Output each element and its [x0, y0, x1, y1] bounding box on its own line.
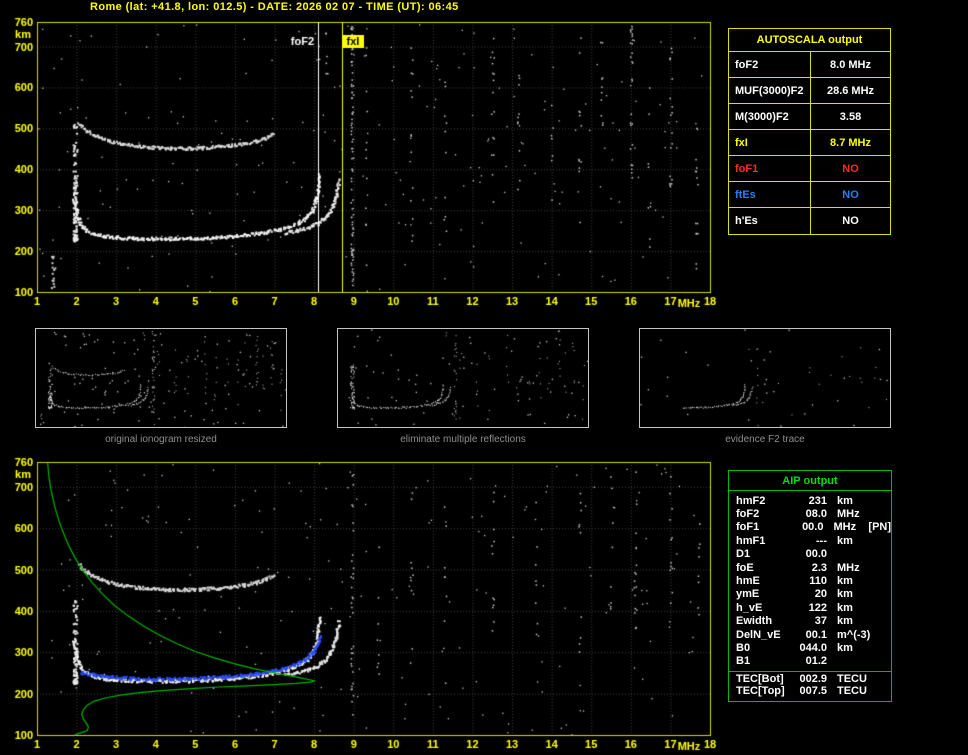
table-row-hmF2: hmF2 231 km [729, 494, 891, 507]
param-value: 00.1 [805, 628, 827, 641]
param-value: 122 [808, 601, 827, 614]
param-label: MUF(3000)F2 [729, 78, 811, 103]
param-name: TEC[Bot] [736, 672, 784, 685]
param-unit: TECU [837, 672, 867, 685]
param-name: D1 [736, 548, 751, 561]
panel-original-ionogram [35, 328, 287, 428]
param-tag: [PN] [868, 521, 892, 534]
param-name: B0 [736, 641, 751, 654]
param-value: 00.0 [805, 548, 827, 561]
param-value: 08.0 [805, 508, 827, 521]
param-unit: km [837, 641, 853, 654]
table-row-foF2: foF2 08.0 MHz [729, 507, 891, 520]
param-value: 002.9 [799, 672, 827, 685]
panel-f2-trace-evidence [639, 328, 891, 428]
param-value: 2.3 [811, 561, 827, 574]
table-row-B1: B1 01.2 [729, 655, 891, 668]
param-unit: km [837, 615, 853, 628]
table-row-m3000f2: M(3000)F2 3.58 [729, 104, 890, 130]
param-value: NO [842, 162, 859, 175]
page-title: Rome (lat: +41.8, lon: 012.5) - DATE: 20… [90, 1, 459, 13]
param-unit: km [837, 494, 853, 507]
param-label: fxI [729, 130, 811, 155]
param-label: foF2 [729, 52, 811, 77]
table-row-ftEs: ftEs NO [729, 182, 890, 208]
param-unit: TECU [837, 685, 867, 698]
table-row-DelN-vE: DelN_vE 00.1 m^(-3) [729, 628, 891, 641]
table-row-foF2: foF2 8.0 MHz [729, 52, 890, 78]
param-name: h_vE [736, 601, 763, 614]
table-row-foF1: foF1 00.0 MHz [PN] [729, 521, 891, 534]
param-value: --- [816, 534, 827, 547]
param-value: 28.6 MHz [826, 84, 875, 97]
scaled-ionogram-chart [0, 14, 720, 314]
param-value: NO [842, 215, 859, 227]
param-unit: MHz [837, 561, 860, 574]
param-value: 37 [814, 615, 827, 628]
param-label: foF1 [729, 156, 811, 181]
param-value: 20 [814, 588, 827, 601]
aip-table-title: AIP output [729, 471, 891, 491]
autoscala-output-table: AUTOSCALA output foF2 8.0 MHz MUF(3000)F… [728, 28, 891, 235]
panel-caption: evidence F2 trace [725, 434, 805, 445]
table-row-hmE: hmE 110 km [729, 574, 891, 587]
panel-caption: eliminate multiple reflections [400, 434, 526, 445]
param-label: ftEs [729, 182, 811, 207]
panel-caption: original ionogram resized [105, 434, 217, 445]
param-unit: km [837, 534, 853, 547]
param-value: 00.0 [802, 521, 824, 534]
param-value: 044.0 [799, 641, 827, 654]
table-row-TEC-top: TEC[Top] 007.5 TECU [729, 684, 891, 697]
param-unit: m^(-3) [837, 628, 871, 641]
param-name: B1 [736, 655, 751, 668]
table-row-fxI: fxI 8.7 MHz [729, 130, 890, 156]
param-name: hmF2 [736, 494, 766, 507]
param-label: h'Es [729, 208, 811, 234]
param-value: 231 [808, 494, 827, 507]
aip-output-table: AIP output hmF2 231 km foF2 08.0 MHz foF… [728, 470, 892, 702]
param-name: TEC[Top] [736, 685, 785, 698]
table-row-hmF1: hmF1 --- km [729, 534, 891, 547]
param-value: 007.5 [799, 685, 827, 698]
table-row-foF1: foF1 NO [729, 156, 890, 182]
param-value: 01.2 [805, 655, 827, 668]
table-row-D1: D1 00.0 [729, 548, 891, 561]
table-row-muf3000f2: MUF(3000)F2 28.6 MHz [729, 78, 890, 104]
table-row-TEC-bot: TEC[Bot] 002.9 TECU [729, 671, 891, 685]
param-value: NO [842, 188, 859, 201]
param-value: 110 [809, 575, 827, 588]
param-unit: km [837, 588, 853, 601]
param-name: foF2 [736, 508, 760, 521]
param-name: foF1 [736, 521, 760, 534]
param-name: Ewidth [736, 615, 773, 628]
param-name: DelN_vE [736, 628, 781, 641]
param-value: 3.58 [839, 110, 862, 123]
param-value: 8.0 MHz [830, 58, 871, 71]
param-value: 8.7 MHz [830, 136, 871, 149]
table-row-ymE: ymE 20 km [729, 588, 891, 601]
param-unit: MHz [837, 508, 860, 521]
param-unit: km [837, 575, 853, 588]
table-row-h-vE: h_vE 122 km [729, 601, 891, 614]
param-unit: km [837, 601, 853, 614]
param-name: hmF1 [736, 534, 766, 547]
param-unit: MHz [833, 521, 857, 534]
param-name: hmE [736, 575, 760, 588]
panel-multiple-reflections-removed [337, 328, 589, 428]
profile-ionogram-chart [0, 455, 720, 755]
table-row-B0: B0 044.0 km [729, 641, 891, 654]
table-row-foE: foE 2.3 MHz [729, 561, 891, 574]
table-row-Ewidth: Ewidth 37 km [729, 615, 891, 628]
param-name: ymE [736, 588, 760, 601]
table-row-hEs: h'Es NO [729, 208, 890, 234]
param-label: M(3000)F2 [729, 104, 811, 129]
param-name: foE [736, 561, 754, 574]
autoscala-table-title: AUTOSCALA output [729, 29, 890, 52]
